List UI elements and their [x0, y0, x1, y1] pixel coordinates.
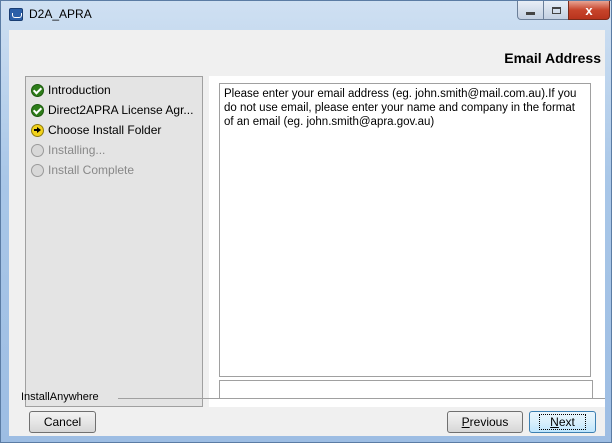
step-choose-install-folder: Choose Install Folder [31, 122, 161, 138]
previous-mnemonic: P [461, 415, 470, 429]
checkmark-icon [31, 83, 44, 97]
arrow-right-icon [31, 123, 44, 137]
step-installing: Installing... [31, 142, 105, 158]
previous-button[interactable]: Previous [447, 411, 523, 433]
step-label: Direct2APRA License Agr... [48, 103, 194, 117]
next-label-box: Next [539, 414, 586, 430]
cancel-button[interactable]: Cancel [29, 411, 96, 433]
steps-panel: Introduction Direct2APRA License Agr... … [25, 76, 203, 407]
next-button[interactable]: Next [529, 411, 596, 433]
step-label: Install Complete [48, 163, 135, 177]
footer-divider [118, 398, 605, 399]
maximize-icon [551, 6, 561, 14]
step-header: Email Address [9, 30, 605, 66]
previous-label: revious [469, 415, 509, 429]
step-introduction: Introduction [31, 82, 111, 98]
checkmark-icon [31, 103, 44, 117]
title-bar[interactable]: D2A_APRA x [1, 1, 611, 29]
circle-icon [31, 143, 44, 157]
close-button[interactable]: x [568, 1, 610, 20]
close-icon: x [585, 2, 593, 18]
step-label: Installing... [48, 143, 106, 157]
step-license-agreement: Direct2APRA License Agr... [31, 102, 193, 118]
email-input[interactable] [219, 380, 593, 399]
step-install-complete: Install Complete [31, 162, 134, 178]
content-panel: Please enter your email address (eg. joh… [209, 76, 605, 407]
app-icon [9, 8, 23, 21]
window-title: D2A_APRA [29, 7, 92, 21]
circle-icon [31, 163, 44, 177]
minimize-icon [526, 11, 535, 15]
step-label: Choose Install Folder [48, 123, 162, 137]
installer-window: D2A_APRA x Email Address Introduction Di… [0, 0, 612, 443]
minimize-button[interactable] [517, 1, 544, 20]
next-label: ext [558, 415, 575, 429]
description-text: Please enter your email address (eg. joh… [219, 83, 591, 377]
maximize-button[interactable] [543, 1, 569, 20]
brand-label: InstallAnywhere [21, 391, 99, 403]
page-title: Email Address [504, 50, 601, 66]
next-mnemonic: N [550, 415, 559, 429]
step-label: Introduction [48, 83, 111, 97]
installer-body: Email Address Introduction Direct2APRA L… [9, 30, 605, 436]
